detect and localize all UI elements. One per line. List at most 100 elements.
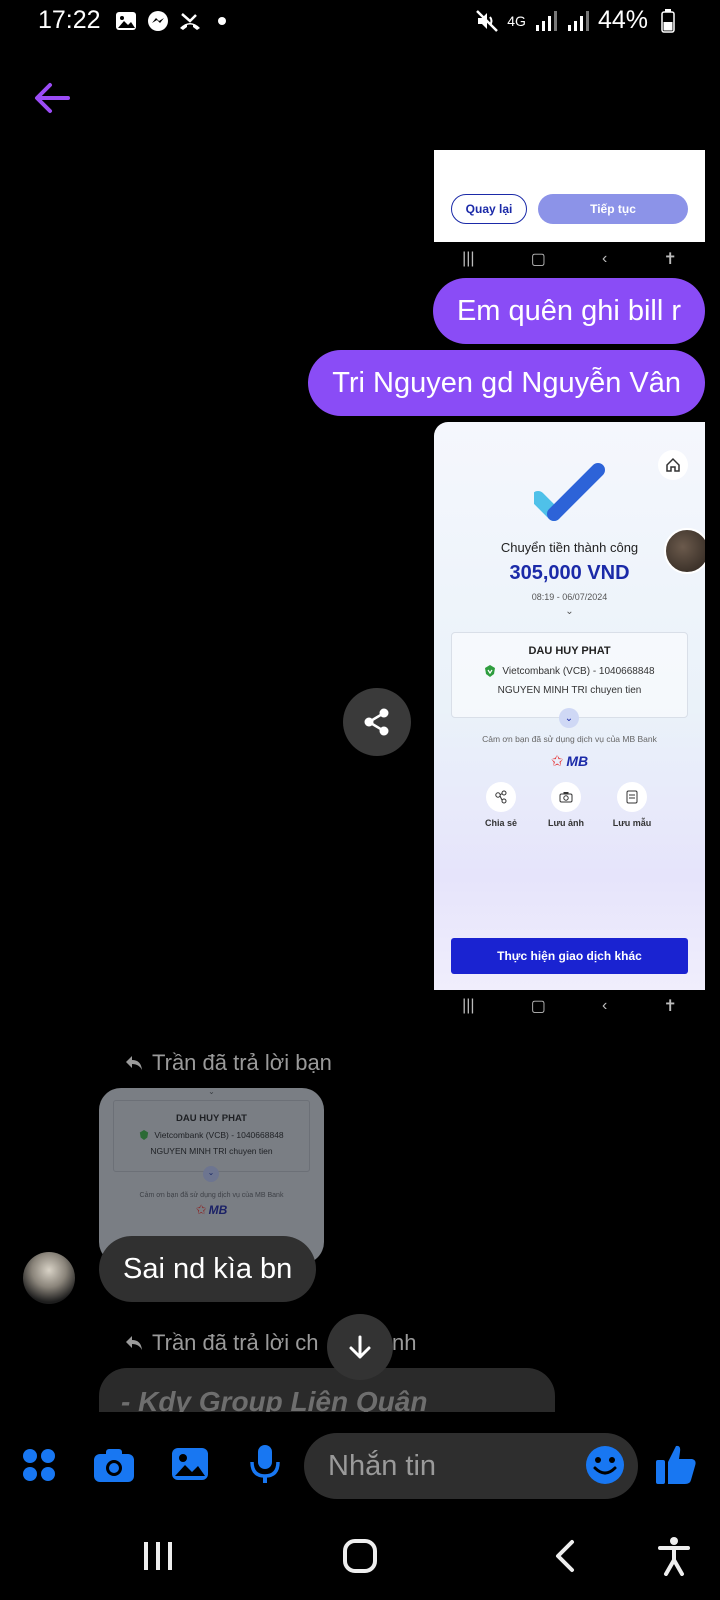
quoted-mb-brand: MB — [208, 1203, 228, 1217]
recents-icon: ||| — [462, 997, 475, 1014]
quay-lai-button: Quay lại — [451, 194, 527, 224]
quoted-message-2[interactable]: - Kdy Group Liên Quân — [99, 1368, 555, 1412]
scroll-down-button[interactable] — [327, 1314, 393, 1380]
quoted-memo: NGUYEN MINH TRI chuyen tien — [150, 1146, 273, 1156]
missed-call-icon — [178, 9, 202, 33]
arrow-left-icon — [35, 83, 70, 113]
transfer-memo: NGUYEN MINH TRI chuyen tien — [497, 685, 642, 696]
quoted-recipient-card: DAU HUY PHAT Vietcombank (VCB) - 1040668… — [113, 1100, 310, 1172]
receipt-datetime: 08:19 - 06/07/2024 — [531, 592, 608, 602]
gallery-notification-icon — [114, 9, 138, 33]
emoji-button[interactable] — [585, 1445, 625, 1485]
apps-grid-icon — [23, 1449, 55, 1481]
home-icon: ▢ — [530, 998, 546, 1015]
receipt-title: Chuyển tiền thành công — [500, 540, 639, 555]
screenshot-nav-strip-bottom: ||| ▢ ‹ ✝ — [434, 990, 705, 1022]
arrow-down-icon — [349, 1335, 371, 1359]
tiep-tuc-button: Tiếp tục — [538, 194, 688, 224]
home-icon — [343, 1539, 377, 1573]
accessibility-icon — [658, 1537, 690, 1576]
new-transaction-button: Thực hiện giao dịch khác — [451, 938, 688, 974]
share-action-icon — [486, 782, 516, 812]
status-time: 17:22 — [38, 6, 101, 34]
receipt-amount: 305,000 VND — [509, 562, 630, 584]
quoted-thanks: Cảm ơn bạn đã sử dụng dịch vụ của MB Ban… — [139, 1192, 284, 1199]
accessibility-icon: ✝ — [663, 998, 677, 1015]
reply-label-text: Trần đã trả lời bạn — [152, 1050, 332, 1075]
camera-button[interactable] — [91, 1442, 137, 1488]
screenshot-nav-strip-top: ||| ▢ ‹ ✝ — [434, 243, 705, 275]
like-button[interactable] — [654, 1442, 698, 1486]
quoted-mb-logo: ✩ MB — [99, 1202, 324, 1218]
screenshot-image-top[interactable]: Quay lại Tiếp tục — [434, 150, 705, 242]
share-icon — [364, 708, 389, 736]
mute-icon — [475, 9, 499, 33]
battery-icon — [656, 8, 680, 33]
recents-icon — [144, 1542, 172, 1570]
dot-icon — [210, 9, 234, 33]
recipient-name: DAU HUY PHAT — [528, 645, 611, 657]
gallery-button[interactable] — [167, 1441, 213, 1487]
sender-avatar[interactable] — [23, 1252, 75, 1304]
system-back-button[interactable] — [545, 1536, 585, 1576]
status-right: 4G 44% — [475, 6, 680, 35]
voice-button[interactable] — [242, 1441, 288, 1487]
vcb-logo-icon — [485, 665, 496, 677]
reply-label-2: Trần đã trả lời ch — [124, 1330, 318, 1356]
message-input-placeholder: Nhắn tin — [328, 1449, 437, 1482]
accessibility-button[interactable] — [654, 1534, 694, 1578]
recent-apps-button[interactable] — [138, 1536, 178, 1576]
action-label-save-image: Lưu ảnh — [547, 818, 584, 828]
quoted-recipient-name: DAU HUY PHAT — [176, 1113, 247, 1124]
smiley-icon — [586, 1446, 624, 1484]
action-label-save-template: Lưu mẫu — [612, 818, 652, 828]
accessibility-icon: ✝ — [663, 251, 677, 268]
vcb-logo-icon — [140, 1130, 149, 1140]
notification-icons — [114, 9, 234, 33]
mb-star-icon: ✩ — [195, 1202, 207, 1217]
home-icon: ▢ — [530, 251, 546, 268]
back-chevron-icon: ‹ — [601, 997, 608, 1014]
messenger-notification-icon — [146, 9, 170, 33]
expand-chevron-icon: ⌄ — [559, 708, 579, 728]
signal-icon-1 — [534, 9, 558, 33]
microphone-icon — [250, 1445, 280, 1483]
more-actions-button[interactable] — [16, 1442, 62, 1488]
quoted-recipient-bank: Vietcombank (VCB) - 1040668848 — [154, 1130, 284, 1140]
message-out[interactable]: Tri Nguyen gd Nguyễn Vân — [308, 350, 705, 416]
success-check-icon — [534, 463, 605, 521]
home-button[interactable] — [340, 1536, 380, 1576]
quoted-chevron-icon: ⌄ — [203, 1166, 219, 1182]
camera-icon — [94, 1449, 134, 1482]
recents-icon: ||| — [462, 250, 475, 267]
reply-label-text-start: Trần đã trả lời ch — [152, 1330, 319, 1355]
thumbs-up-icon — [656, 1445, 696, 1484]
double-chevron-icon: ⌄ — [565, 606, 574, 617]
reply-label-1: Trần đã trả lời bạn — [124, 1050, 332, 1076]
back-button[interactable] — [30, 76, 74, 120]
recipient-card: DAU HUY PHAT Vietcombank (VCB) - 1040668… — [451, 632, 688, 718]
mb-star-icon: ✩ — [550, 753, 564, 770]
mb-logo: ✩ MB — [434, 752, 705, 770]
back-chevron-icon: ‹ — [601, 250, 608, 267]
receipt-home-icon — [658, 450, 688, 480]
message-out[interactable]: Em quên ghi bill r — [432, 278, 705, 344]
receipt-screenshot[interactable]: Chuyển tiền thành công 305,000 VND 08:19… — [434, 422, 705, 990]
share-button[interactable] — [343, 688, 411, 756]
battery-percent: 44% — [597, 6, 648, 34]
mb-brand: MB — [566, 753, 589, 769]
image-icon — [172, 1448, 208, 1480]
action-label-share: Chia sẻ — [484, 818, 517, 828]
message-in[interactable]: Sai nd kìa bn — [99, 1236, 317, 1302]
recipient-bank: Vietcombank (VCB) - 1040668848 — [502, 665, 655, 677]
reply-icon — [126, 1336, 142, 1350]
back-icon — [556, 1540, 574, 1572]
reply-icon — [126, 1056, 142, 1070]
quoted-text-2: - Kdy Group Liên Quân — [121, 1386, 428, 1412]
signal-icon-2 — [566, 9, 590, 33]
network-type: 4G — [507, 12, 526, 29]
camera-action-icon — [551, 782, 581, 812]
template-action-icon — [617, 782, 647, 812]
reply-label-2-end: nh — [392, 1330, 417, 1355]
thanks-text: Cảm ơn bạn đã sử dụng dịch vụ của MB Ban… — [482, 734, 657, 744]
